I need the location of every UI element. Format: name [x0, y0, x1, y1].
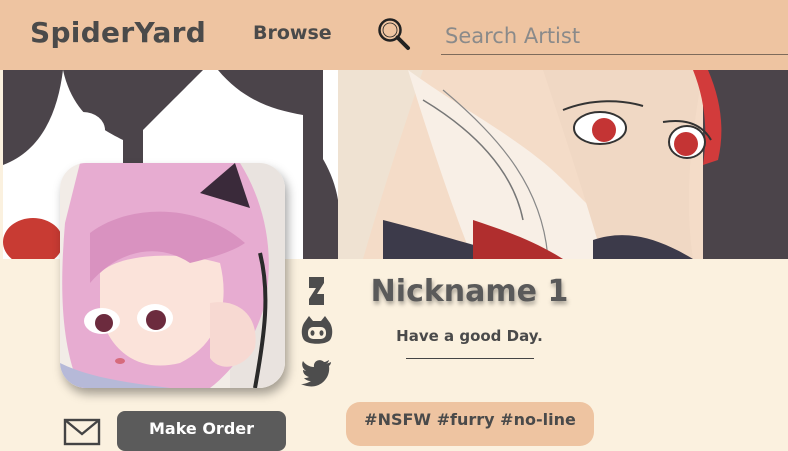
- profile-nickname: Nickname 1: [370, 274, 569, 309]
- search-input[interactable]: [443, 20, 777, 52]
- search-box: [441, 16, 788, 55]
- profile-status: Have a good Day.: [396, 327, 543, 345]
- search-icon[interactable]: [377, 17, 411, 51]
- site-logo[interactable]: SpiderYard: [30, 16, 206, 49]
- top-header: SpiderYard Browse: [0, 0, 788, 70]
- github-icon[interactable]: [300, 314, 334, 348]
- mail-icon[interactable]: [62, 417, 102, 447]
- deviantart-icon[interactable]: [300, 274, 334, 308]
- profile-tags: #NSFW #furry #no-line: [346, 402, 594, 446]
- make-order-button[interactable]: Make Order: [117, 411, 286, 451]
- avatar-image: [60, 163, 285, 388]
- nav-browse-link[interactable]: Browse: [253, 22, 332, 44]
- twitter-icon[interactable]: [300, 354, 334, 388]
- avatar[interactable]: [60, 163, 285, 388]
- status-divider: [406, 358, 534, 359]
